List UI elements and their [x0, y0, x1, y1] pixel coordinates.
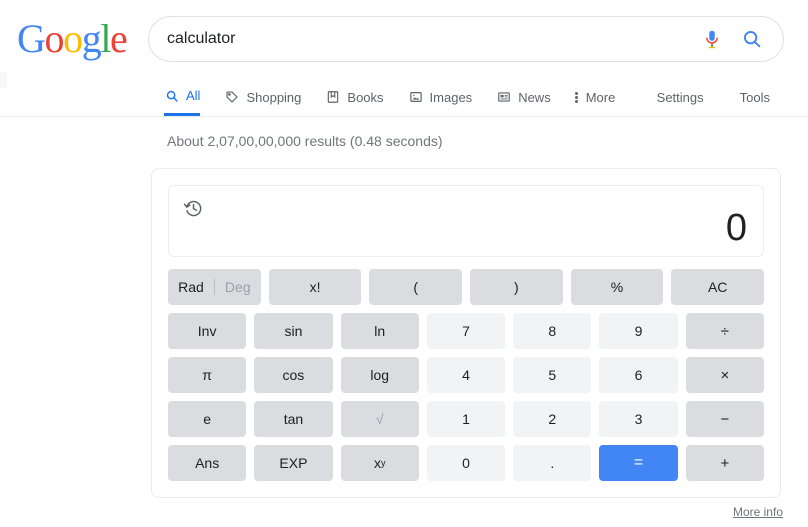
tab-all[interactable]: All [164, 78, 201, 116]
tools-link[interactable]: Tools [740, 90, 770, 105]
microphone-icon[interactable] [697, 24, 727, 54]
all-clear-key[interactable]: AC [671, 269, 765, 305]
tab-more[interactable]: More [574, 78, 616, 116]
decimal-point-key[interactable]: . [513, 445, 592, 481]
keypad-row: e tan √ 1 2 3 − [168, 401, 764, 437]
search-icon [164, 88, 180, 104]
tag-icon [224, 89, 240, 105]
log-key[interactable]: log [340, 357, 419, 393]
divide-key[interactable]: ÷ [685, 313, 764, 349]
deg-button[interactable]: Deg [215, 279, 261, 295]
four-key[interactable]: 4 [426, 357, 506, 393]
calculator-display[interactable]: 0 [168, 185, 764, 257]
newspaper-icon [496, 89, 512, 105]
sin-key[interactable]: sin [254, 313, 333, 349]
search-box[interactable] [148, 16, 784, 62]
tan-key[interactable]: tan [254, 401, 333, 437]
more-vertical-icon [574, 91, 579, 103]
rad-button[interactable]: Rad [168, 279, 214, 295]
ln-key[interactable]: ln [340, 313, 419, 349]
result-stats: About 2,07,00,00,000 results (0.48 secon… [167, 133, 443, 149]
search-submit-icon[interactable] [737, 24, 767, 54]
image-icon [408, 89, 424, 105]
power-exponent: y [380, 457, 386, 468]
factorial-key[interactable]: x! [268, 269, 362, 305]
one-key[interactable]: 1 [426, 401, 506, 437]
exponent-key[interactable]: EXP [254, 445, 333, 481]
euler-key[interactable]: e [168, 401, 247, 437]
keypad-row: Rad Deg x! ( ) % AC [168, 269, 765, 305]
pi-key[interactable]: π [168, 357, 247, 393]
add-key[interactable]: + [685, 445, 764, 481]
logo-letter-g2: g [81, 16, 102, 61]
page-edge-artifact [0, 72, 7, 88]
tab-more-label: More [585, 89, 616, 105]
settings-link[interactable]: Settings [657, 90, 704, 105]
answer-key[interactable]: Ans [168, 445, 247, 481]
keypad-row: π cos log 4 5 6 × [168, 357, 764, 393]
seven-key[interactable]: 7 [426, 313, 506, 349]
six-key[interactable]: 6 [599, 357, 678, 393]
search-header: Google [0, 0, 808, 78]
nine-key[interactable]: 9 [599, 313, 678, 349]
logo-letter-o2: o [63, 16, 83, 61]
power-base: x [373, 455, 381, 471]
google-logo[interactable]: Google [17, 16, 128, 61]
nav-links: Settings Tools [621, 78, 770, 116]
nav-tabs: All Shopping Books Images News More [164, 78, 639, 116]
subtract-key[interactable]: − [685, 401, 764, 437]
tab-books-label: Books [347, 89, 384, 105]
inverse-key[interactable]: Inv [168, 313, 247, 349]
tab-news-label: News [518, 89, 551, 105]
search-input[interactable] [167, 30, 697, 48]
tab-books[interactable]: Books [325, 78, 384, 116]
history-icon[interactable] [183, 198, 205, 220]
square-root-key[interactable]: √ [340, 401, 419, 437]
logo-letter-l: l [100, 16, 111, 61]
calculator-keypad: Rad Deg x! ( ) % AC Inv sin ln 7 8 9 ÷ π… [168, 269, 765, 481]
percent-key[interactable]: % [570, 269, 664, 305]
close-paren-key[interactable]: ) [470, 269, 563, 305]
open-paren-key[interactable]: ( [369, 269, 463, 305]
power-key[interactable]: xy [340, 445, 419, 481]
tab-images[interactable]: Images [408, 78, 473, 116]
keypad-row: Inv sin ln 7 8 9 ÷ [168, 313, 764, 349]
zero-key[interactable]: 0 [426, 445, 506, 481]
logo-letter-o1: o [44, 16, 65, 61]
equals-key[interactable]: = [599, 445, 678, 481]
calculator-card: 0 Rad Deg x! ( ) % AC Inv sin ln 7 8 9 ÷ [151, 168, 781, 498]
two-key[interactable]: 2 [513, 401, 592, 437]
logo-letter-g1: G [17, 16, 46, 61]
book-icon [325, 89, 341, 105]
five-key[interactable]: 5 [513, 357, 592, 393]
tab-all-label: All [186, 88, 201, 103]
keypad-row: Ans EXP xy 0 . = + [168, 445, 764, 481]
calculator-display-value: 0 [725, 207, 747, 249]
multiply-key[interactable]: × [685, 357, 764, 393]
tab-shopping-label: Shopping [246, 89, 302, 105]
cos-key[interactable]: cos [254, 357, 333, 393]
tab-news[interactable]: News [496, 78, 551, 116]
three-key[interactable]: 3 [599, 401, 678, 437]
search-nav: All Shopping Books Images News More Sett… [0, 78, 808, 117]
rad-deg-toggle[interactable]: Rad Deg [168, 269, 261, 305]
eight-key[interactable]: 8 [513, 313, 592, 349]
tab-images-label: Images [429, 89, 473, 105]
logo-letter-e: e [110, 16, 128, 61]
tab-shopping[interactable]: Shopping [224, 78, 301, 116]
more-info-link[interactable]: More info [733, 505, 783, 519]
